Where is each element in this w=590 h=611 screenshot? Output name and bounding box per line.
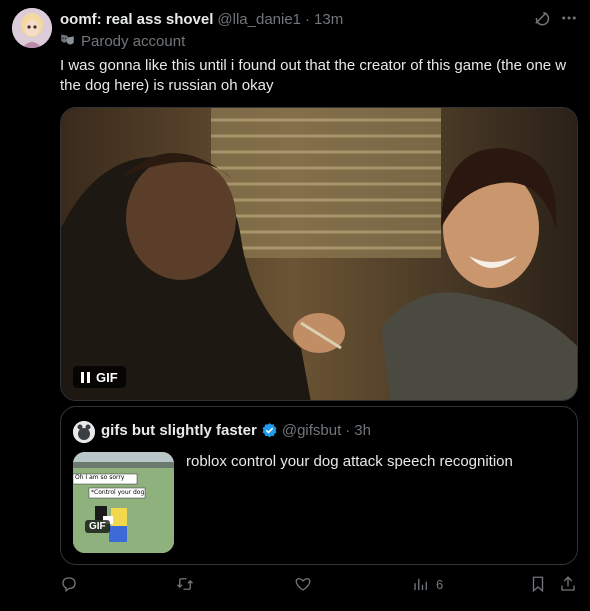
pause-icon[interactable] (81, 371, 90, 383)
bookmark-button[interactable] (529, 575, 547, 593)
action-bar: 6 (60, 575, 578, 597)
quoted-gif-thumbnail[interactable]: Oh I am so sorry *Control your dog GIF (73, 452, 174, 553)
like-icon[interactable] (294, 575, 312, 593)
quoted-author-avatar[interactable] (73, 421, 95, 443)
quoted-tweet-header: gifs but slightly faster @gifsbut · 3h (101, 422, 371, 439)
quoted-tweet[interactable]: gifs but slightly faster @gifsbut · 3h O… (60, 406, 578, 565)
verified-badge-icon (261, 422, 278, 439)
tweet-time[interactable]: 13m (314, 11, 343, 28)
parody-label: Parody account (60, 32, 185, 51)
views-button[interactable]: 6 (412, 575, 443, 593)
views-count: 6 (436, 576, 444, 592)
grok-icon[interactable] (532, 9, 550, 32)
gif-badge-label: GIF (96, 369, 118, 385)
gif-badge[interactable]: GIF (73, 366, 126, 388)
author-avatar[interactable] (12, 8, 52, 48)
parody-label-text: Parody account (81, 33, 186, 50)
time-separator: · (305, 10, 311, 28)
retweet-button[interactable] (176, 575, 200, 593)
reply-icon[interactable] (60, 575, 78, 593)
thumbnail-gif-badge: GIF (85, 520, 110, 533)
thumb-chat-bubble-1: Oh I am so sorry (75, 474, 125, 481)
retweet-icon[interactable] (176, 575, 194, 593)
author-display-name[interactable]: oomf: real ass shovel (60, 11, 213, 28)
quoted-time[interactable]: 3h (354, 422, 371, 439)
like-button[interactable] (294, 575, 318, 593)
quoted-display-name[interactable]: gifs but slightly faster (101, 422, 257, 439)
views-icon[interactable] (412, 575, 430, 593)
thumb-chat-bubble-2: *Control your dog (91, 489, 145, 496)
share-icon[interactable] (559, 575, 577, 593)
quoted-handle[interactable]: @gifsbut (282, 422, 341, 439)
reply-button[interactable] (60, 575, 84, 593)
author-handle[interactable]: @lla_danie1 (217, 11, 301, 28)
tweet-gif[interactable]: GIF (60, 107, 578, 401)
tweet-header: oomf: real ass shovel @lla_danie1 · 13m (60, 9, 578, 29)
share-button[interactable] (559, 575, 577, 593)
more-icon[interactable] (560, 9, 578, 32)
tweet-text: I was gonna like this until i found out … (60, 57, 567, 94)
theater-mask-icon (60, 32, 75, 51)
quoted-time-separator: · (345, 422, 351, 439)
bookmark-icon[interactable] (529, 575, 547, 593)
quoted-tweet-text: roblox control your dog attack speech re… (186, 453, 513, 470)
